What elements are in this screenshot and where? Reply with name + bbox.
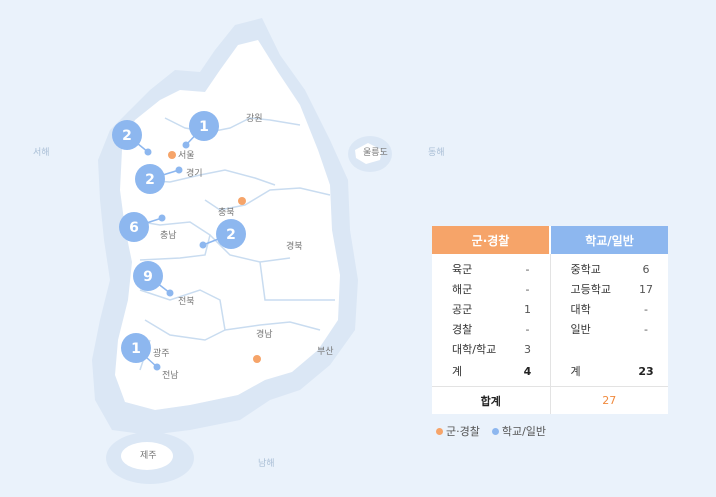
marker-count: 2 [226, 227, 236, 243]
stat-row: 일반 - [571, 320, 657, 340]
stat-row: 해군 - [452, 280, 538, 300]
region-label-gyeonggi: 경기 [186, 167, 203, 179]
stat-value: 17 [639, 283, 653, 296]
marker-count: 6 [129, 220, 139, 236]
stat-value: - [525, 323, 530, 336]
region-label-jeju: 제주 [140, 450, 157, 461]
military-dot-chungbuk [238, 197, 246, 205]
school-subtotal-row: 계 23 [571, 362, 657, 382]
military-subtotal-row: 계4 [452, 362, 538, 382]
stat-label: 해군 [452, 283, 473, 296]
stat-label: 육군 [452, 263, 473, 276]
stat-label: 대학 [570, 303, 591, 316]
region-label-gangwon: 강원 [246, 113, 263, 124]
sea-label-south: 남해 [258, 458, 275, 469]
stat-row: 육군 - [452, 260, 538, 280]
stat-label: 공군 [452, 303, 473, 316]
subtotal-value: 23 [638, 365, 654, 378]
region-label-jeonbuk: 전북 [178, 296, 195, 307]
region-label-chungbuk: 충북 [218, 207, 235, 218]
region-label-jeonnam: 전남 [162, 370, 179, 381]
sea-label-west: 서해 [33, 147, 50, 158]
region-label-ulleung: 울릉도 [363, 147, 388, 158]
region-label-seoul: 서울 [178, 150, 195, 161]
stat-row: 중학교 6 [571, 260, 657, 280]
stat-label: 대학/학교 [452, 343, 497, 356]
school-column: 중학교 6 고등학교 17 대학 - 일반 - 계 23 [549, 254, 669, 386]
subtotal-value: 4 [523, 365, 532, 378]
stat-label: 고등학교 [570, 283, 611, 296]
legend: 군·경찰 학교/일반 [436, 423, 546, 439]
blue-dot-icon [491, 427, 499, 435]
stat-value: 6 [642, 263, 650, 276]
stat-label: 경찰 [452, 323, 473, 336]
region-label-gwangju: 광주 [153, 347, 170, 359]
stat-value: - [644, 303, 648, 316]
region-label-chungnam: 충남 [160, 230, 177, 241]
grand-total-value: 27 [549, 387, 669, 414]
stat-row: 고등학교 17 [571, 280, 657, 300]
grand-total-row: 합계 27 [432, 386, 668, 414]
stat-value: - [644, 323, 648, 336]
region-label-gyeongbuk: 경북 [286, 240, 303, 252]
region-label-gyeongnam: 경남 [256, 328, 273, 340]
statistics-panel: 군·경찰 학교/일반 육군 - 해군 - 공군 1 경찰 - 대학/학교 3 계4 중학교… [432, 226, 668, 414]
subtotal-label: 계 [452, 365, 463, 378]
military-dot-gyeongnam [253, 355, 261, 363]
legend-item-school: 학교/일반 [491, 423, 547, 439]
marker-count: 2 [145, 172, 155, 188]
legend-item-military: 군·경찰 [436, 423, 480, 439]
military-police-header: 군·경찰 [432, 226, 549, 254]
military-dot-seoul [168, 151, 176, 159]
panel-body: 육군 - 해군 - 공군 1 경찰 - 대학/학교 3 계4 중학교 6 고등학교 17 대학… [432, 254, 668, 386]
stat-label: 일반 [570, 323, 591, 336]
region-label-busan: 부산 [317, 346, 334, 357]
subtotal-label: 계 [570, 365, 581, 378]
stat-value: - [525, 263, 530, 276]
stat-row: 경찰 - [452, 320, 538, 340]
orange-dot-icon [436, 427, 443, 435]
stat-row: 대학 - [571, 300, 657, 320]
stat-label: 중학교 [570, 263, 601, 276]
marker-count: 9 [143, 269, 153, 285]
stat-row: 대학/학교 3 [452, 340, 538, 360]
marker-count: 1 [199, 119, 209, 135]
stat-row: 공군 1 [452, 300, 538, 320]
grand-total-label: 합계 [480, 394, 501, 408]
sea-label-east: 동해 [428, 147, 445, 158]
legend-label-school: 학교/일반 [501, 425, 547, 438]
panel-header: 군·경찰 학교/일반 [432, 226, 668, 254]
stat-value: - [525, 283, 530, 296]
marker-count: 2 [122, 128, 132, 144]
stat-value: 1 [524, 303, 531, 316]
military-column: 육군 - 해군 - 공군 1 경찰 - 대학/학교 3 계4 [432, 254, 550, 386]
legend-label-military: 군·경찰 [446, 425, 480, 438]
stat-value: 3 [524, 343, 531, 356]
marker-count: 1 [131, 341, 141, 357]
school-general-header: 학교/일반 [551, 226, 668, 254]
